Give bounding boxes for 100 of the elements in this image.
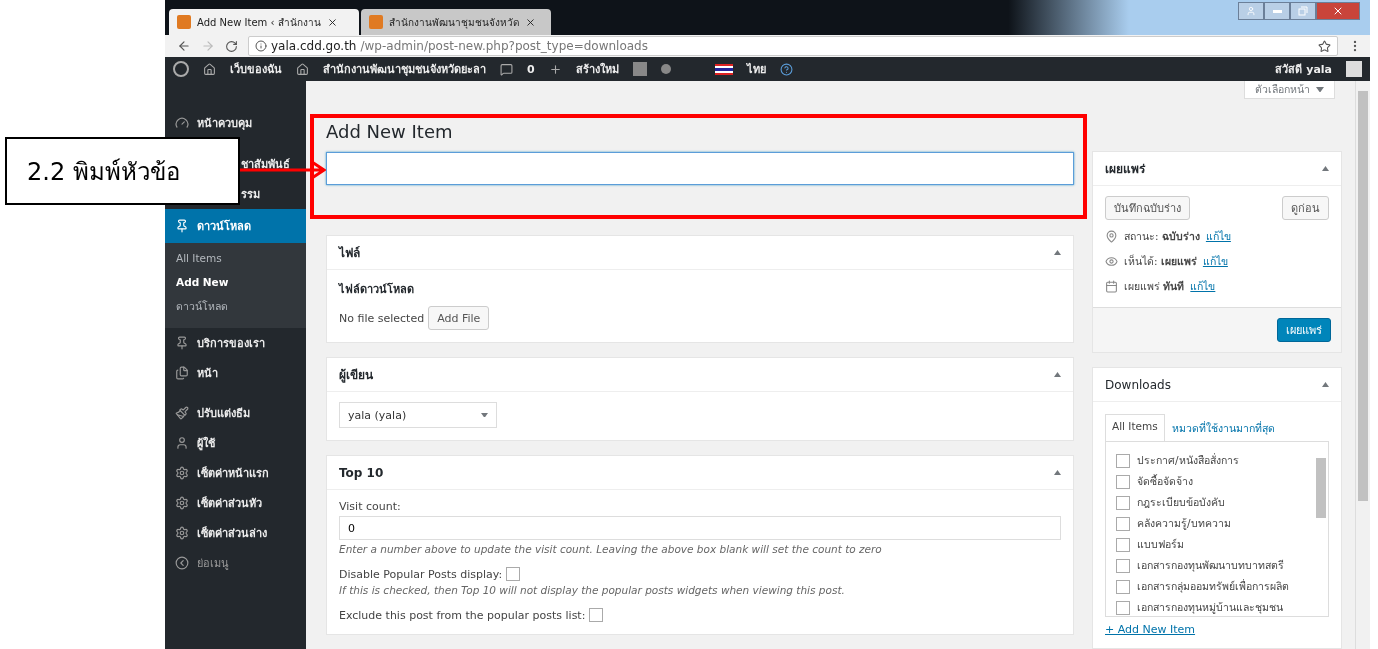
pin-icon: [175, 219, 189, 233]
help-text: If this is checked, then Top 10 will not display the popular posts widgets when viewing this post.: [339, 584, 846, 596]
browser-tab[interactable]: สำนักงานพัฒนาชุมชนจังหวัด: [361, 9, 551, 35]
admin-bar-link[interactable]: เว็บของฉัน: [230, 60, 282, 78]
site-icon: [177, 15, 191, 29]
admin-bar-link[interactable]: สำนักงานพัฒนาชุมชนจังหวัดยะลา: [323, 60, 486, 78]
address-field[interactable]: yala.cdd.go.th /wp-admin/post-new.php?post_type=downloads: [248, 36, 1338, 56]
add-file-button[interactable]: Add File: [428, 306, 490, 330]
home-icon[interactable]: [203, 62, 216, 76]
plus-icon[interactable]: [548, 62, 562, 76]
browser-tab[interactable]: Add New Item ‹ สำนักงาน: [169, 9, 359, 35]
close-icon[interactable]: [326, 16, 338, 28]
admin-bar-link[interactable]: ไทย: [746, 60, 766, 78]
edit-link[interactable]: แก้ไข: [1205, 228, 1231, 245]
preview-button[interactable]: ดูก่อน: [1282, 196, 1329, 220]
visit-count-field[interactable]: 0: [339, 516, 1061, 540]
publish-button[interactable]: เผยแพร่: [1277, 318, 1331, 342]
restore-button[interactable]: [1290, 2, 1316, 20]
caret-icon[interactable]: [1316, 86, 1324, 93]
collapse-icon: [175, 556, 189, 570]
minimize-icon: [1272, 9, 1282, 13]
calendar-icon: [1105, 280, 1118, 293]
panel-title: Downloads: [1105, 377, 1171, 392]
scrollbar-thumb[interactable]: [1316, 458, 1326, 518]
sidebar-item[interactable]: เซ็ตค่าส่วนล่าง: [165, 518, 306, 548]
checkbox[interactable]: [589, 608, 604, 622]
category-label: แบบฟอร์ม: [1137, 537, 1184, 552]
sidebar-item[interactable]: เซ็ตค่าหน้าแรก: [165, 458, 306, 488]
sidebar-item[interactable]: ชาสัมพันธ์: [241, 155, 290, 173]
submenu-item[interactable]: All Items: [165, 246, 306, 270]
category-tab[interactable]: All Items: [1105, 414, 1165, 442]
sidebar-item[interactable]: ปรับแต่งธีม: [165, 398, 306, 428]
sidebar-item[interactable]: หน้า: [165, 358, 306, 388]
gear-icon: [175, 466, 189, 480]
screen-options-button[interactable]: ตัวเลือกหน้า: [1244, 81, 1335, 99]
checkbox[interactable]: [1116, 537, 1130, 552]
category-label: เอกสารกลุ่มออมทรัพย์เพื่อการผลิต: [1137, 578, 1289, 595]
submenu-item[interactable]: Add New: [165, 270, 306, 294]
admin-bar-link[interactable]: 0: [527, 62, 535, 76]
add-item-link[interactable]: + Add New Item: [1105, 623, 1329, 636]
author-select[interactable]: yala (yala): [339, 402, 497, 428]
sidebar-item[interactable]: รรม: [241, 185, 260, 203]
category-label: เอกสารกองทุนหมู่บ้านและชุมชน: [1137, 600, 1283, 616]
flag-icon[interactable]: [714, 63, 733, 75]
status-label: เห็นได้: เผยแพร่: [1124, 253, 1197, 269]
edit-link[interactable]: แก้ไข: [1190, 278, 1216, 295]
collapse-arrow-icon[interactable]: [1054, 250, 1061, 255]
eye-icon: [1105, 255, 1118, 268]
panel-title: เผยแพร่: [1105, 161, 1145, 178]
status-label: เผยแพร่ ทันที: [1124, 279, 1185, 294]
page-title: Add New Item: [326, 121, 454, 142]
status-dot: [660, 64, 671, 74]
home-icon[interactable]: [296, 62, 309, 76]
collapse-arrow-icon[interactable]: [1054, 372, 1061, 377]
checkbox[interactable]: [506, 567, 521, 581]
comment-icon[interactable]: [500, 62, 513, 76]
category-label: คลังความรู้/บทความ: [1137, 516, 1231, 532]
save-draft-button[interactable]: บันทึกฉบับร่าง: [1105, 196, 1190, 220]
sidebar-item[interactable]: ดาวน์โหลด: [165, 209, 306, 243]
checkbox[interactable]: [1116, 516, 1130, 531]
checkbox[interactable]: [1116, 453, 1130, 468]
close-icon[interactable]: [525, 16, 536, 28]
title-field[interactable]: [326, 152, 1074, 185]
reload-icon[interactable]: [225, 39, 238, 53]
scrollbar[interactable]: [1355, 81, 1370, 649]
option-label: Exclude this post from the popular posts list:: [339, 608, 586, 622]
sidebar-item[interactable]: ผู้ใช้: [165, 428, 306, 458]
checkbox[interactable]: [1116, 579, 1130, 594]
greeting-link[interactable]: สวัสดี yala: [1275, 60, 1332, 78]
checkbox[interactable]: [1116, 495, 1130, 510]
sidebar-item[interactable]: บริการของเรา: [165, 328, 306, 358]
checkbox[interactable]: [1116, 474, 1130, 489]
sidebar-item[interactable]: เซ็ตค่าส่วนหัว: [165, 488, 306, 518]
back-icon[interactable]: [177, 39, 191, 53]
info-icon[interactable]: [255, 40, 267, 52]
annotation-callout: 2.2 พิมพ์หัวข้อ: [5, 137, 240, 205]
minimize-button[interactable]: [1264, 2, 1290, 20]
user-icon[interactable]: [1238, 2, 1264, 20]
edit-link[interactable]: แก้ไข: [1202, 253, 1228, 270]
category-label: เอกสารกองทุนพัฒนาบทบาทสตรี: [1137, 558, 1284, 574]
admin-bar-link[interactable]: สร้างใหม่: [575, 60, 619, 78]
sidebar-item[interactable]: หน้าควบคุม: [165, 109, 306, 137]
caret-icon[interactable]: [481, 412, 488, 418]
collapse-arrow-icon[interactable]: [1322, 166, 1329, 171]
user-icon: [175, 436, 189, 450]
gear-icon: [175, 496, 189, 510]
panel-title: Top 10: [339, 465, 384, 480]
category-label: กฎระเบียบข้อบังคับ: [1137, 495, 1225, 510]
brush-icon: [175, 406, 189, 420]
help-text: Enter a number above to update the visit count. Leaving the above box blank will set the count to zero: [339, 543, 883, 555]
help-icon[interactable]: [779, 62, 793, 76]
pin-icon: [1105, 230, 1118, 243]
collapse-arrow-icon[interactable]: [1322, 382, 1329, 387]
option-label: Disable Popular Posts display:: [339, 567, 503, 581]
collapse-menu-item[interactable]: ย่อเมนู: [165, 548, 306, 578]
star-icon[interactable]: [1318, 39, 1331, 53]
collapse-arrow-icon[interactable]: [1054, 470, 1061, 475]
submenu-item[interactable]: ดาวน์โหลด: [165, 294, 306, 318]
checkbox[interactable]: [1116, 558, 1130, 573]
checkbox[interactable]: [1116, 600, 1130, 615]
